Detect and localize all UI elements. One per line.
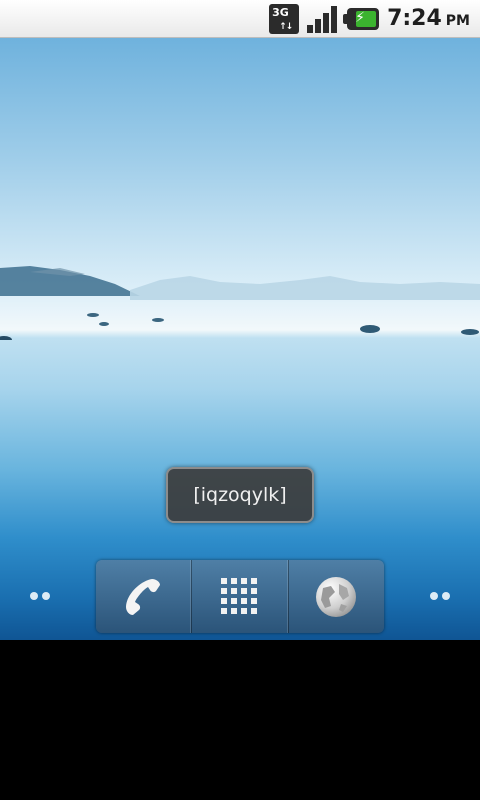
globe-icon [316,576,357,617]
data-activity-icon: ↑↓ [279,21,293,32]
wallpaper[interactable] [0,38,480,640]
phone-button[interactable] [96,560,193,633]
clock-ampm: PM [445,13,470,29]
grid-icon [220,577,257,614]
network-type-label: 3G [272,5,289,19]
page-indicator-left[interactable] [30,592,54,602]
browser-button[interactable] [289,560,384,633]
status-bar[interactable]: 3G ↑↓ ⚡ 7:24 PM [0,0,480,38]
bottom-black-area [0,640,480,800]
battery-charging-icon: ⚡ [343,7,380,30]
network-3g-icon: 3G ↑↓ [269,3,300,34]
home-screen: 3G ↑↓ ⚡ 7:24 PM [iqzoqylk] [0,0,480,800]
status-clock: 7:24 PM [387,6,470,31]
signal-strength-icon [307,5,339,33]
app-drawer-button[interactable] [192,560,289,633]
phone-icon [125,578,160,615]
landscape-silhouette [0,266,480,340]
page-indicator-right[interactable] [430,592,454,602]
toast-message: [iqzoqylk] [166,467,314,523]
clock-time: 7:24 [387,6,442,31]
dock [96,560,384,633]
